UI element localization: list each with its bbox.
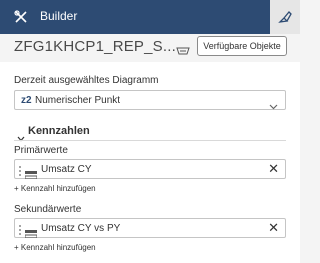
model-name: ZFG1KHCP1_REP_S...	[14, 38, 176, 55]
designer-icon-button[interactable]	[270, 0, 300, 34]
primary-measure-label: Umsatz CY	[41, 164, 92, 175]
measure-icon	[24, 225, 38, 243]
pen-icon	[278, 11, 292, 23]
builder-topbar: Builder	[0, 0, 300, 34]
primary-measure-item[interactable]: Umsatz CY ✕	[14, 159, 286, 182]
chevron-down-icon	[269, 97, 278, 115]
secondary-values-label: Sekundärwerte	[14, 204, 82, 215]
add-secondary-measure-link[interactable]: + Kennzahl hinzufügen	[14, 243, 96, 252]
remove-icon[interactable]: ✕	[268, 221, 279, 235]
chart-type-select[interactable]: z2 Numerischer Punkt	[14, 90, 286, 110]
topbar-title: Builder	[40, 9, 78, 23]
drag-handle-icon[interactable]	[18, 223, 22, 241]
current-chart-label: Derzeit ausgewähltes Diagramm	[14, 75, 159, 86]
add-primary-measure-link[interactable]: + Kennzahl hinzufügen	[14, 184, 96, 193]
secondary-measure-label: Umsatz CY vs PY	[41, 223, 121, 234]
section-divider	[14, 140, 286, 141]
measure-icon	[24, 166, 38, 184]
model-info-icon[interactable]	[176, 43, 190, 61]
builder-panel: Derzeit ausgewähltes Diagramm z2 Numeris…	[0, 62, 300, 263]
secondary-measure-item[interactable]: Umsatz CY vs PY ✕	[14, 218, 286, 241]
primary-values-label: Primärwerte	[14, 145, 68, 156]
available-objects-button[interactable]: Verfügbare Objekte	[197, 36, 287, 56]
section-title-measures: Kennzahlen	[28, 125, 90, 137]
tools-icon	[14, 10, 28, 24]
numeric-point-icon: z2	[21, 95, 32, 106]
chart-type-value: Numerischer Punkt	[35, 95, 121, 106]
remove-icon[interactable]: ✕	[268, 162, 279, 176]
drag-handle-icon[interactable]	[18, 164, 22, 182]
model-header: ZFG1KHCP1_REP_S... Verfügbare Objekte	[0, 34, 300, 60]
